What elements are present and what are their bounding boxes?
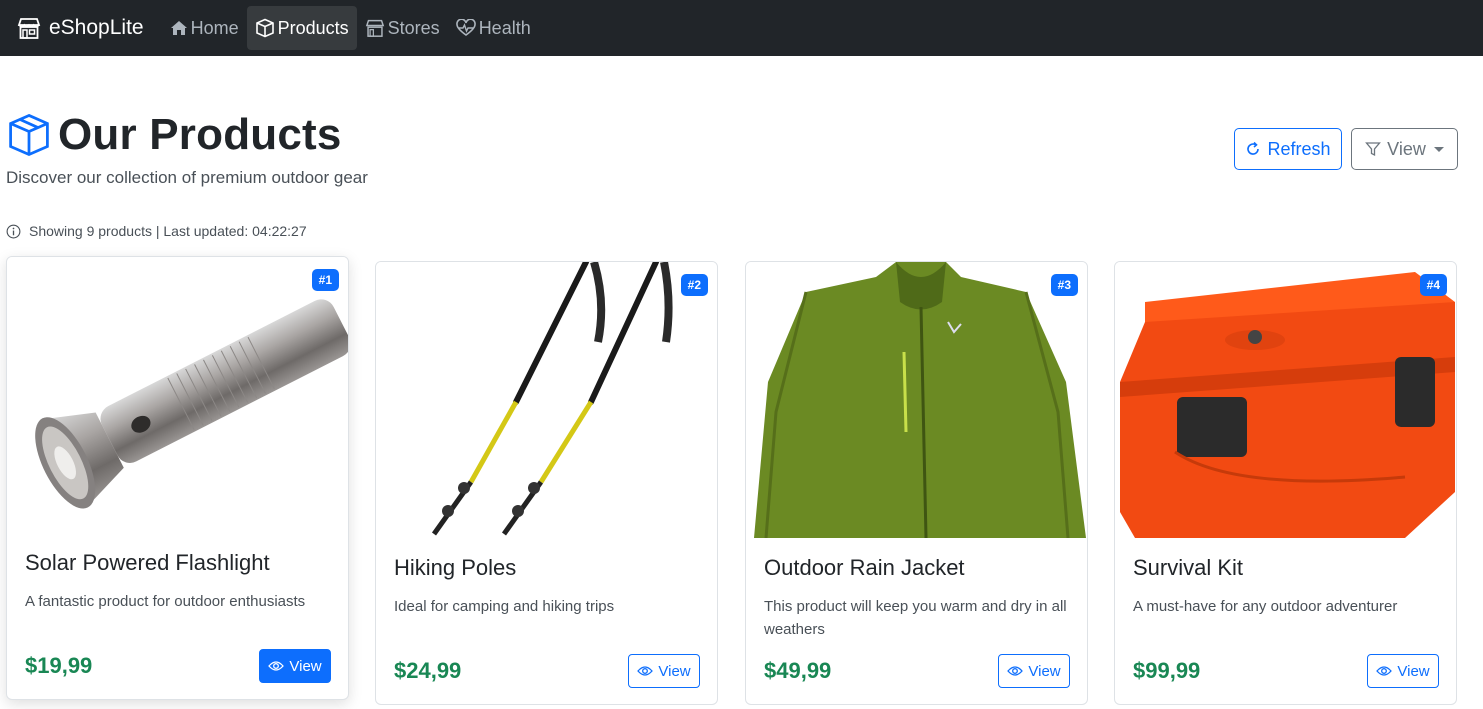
view-dropdown-button[interactable]: View [1351,128,1458,170]
nav-item-label: Health [478,17,531,38]
eye-icon [1376,666,1393,676]
shop-icon [17,18,41,39]
brand-label: eShopLite [49,16,144,39]
product-name: Solar Powered Flashlight [25,550,270,575]
eye-icon [268,661,285,671]
product-name: Hiking Poles [394,555,517,580]
product-description: This product will keep you warm and dry … [764,598,1067,638]
product-description: A must-have for any outdoor adventurer [1133,598,1398,615]
product-badge: #3 [1050,274,1078,296]
product-count-info: Showing 9 products | Last updated: 04:22… [6,223,307,239]
chevron-down-icon [1433,146,1444,152]
refresh-label: Refresh [1267,138,1331,159]
view-product-label: View [1397,662,1430,680]
eye-icon [637,666,654,676]
survival-kit-image [1120,272,1455,538]
product-card[interactable]: #4 Survival Kit A must-have for any outd… [1114,261,1457,705]
product-description: Ideal for camping and hiking trips [394,598,615,615]
view-product-button[interactable]: View [1367,654,1439,688]
view-product-button[interactable]: View [628,654,700,688]
view-product-button[interactable]: View [998,654,1070,688]
shop-icon [365,19,384,37]
hiking-poles-image [431,262,673,536]
product-badge: #4 [1419,274,1447,296]
view-product-label: View [1028,662,1061,680]
nav-item-label: Products [277,17,349,38]
product-card[interactable]: #3 Outdoor Rain Jacket This product will… [745,261,1088,705]
view-product-label: View [289,657,322,675]
nav-item-health[interactable]: Health [448,6,539,50]
page-subtitle: Discover our collection of premium outdo… [6,168,368,187]
nav-item-label: Home [190,17,239,38]
product-name: Survival Kit [1133,555,1244,580]
nav-item-label: Stores [387,17,440,38]
refresh-icon [1247,141,1260,155]
eye-icon [1007,666,1024,676]
box-icon [255,18,274,38]
navbar: eShopLite Home Products Stores Health [0,0,1483,56]
product-card[interactable]: #2 Hiking Poles Ideal for camping and hi… [375,261,718,705]
view-product-label: View [658,662,691,680]
info-text: Showing 9 products | Last updated: 04:22… [29,223,307,239]
brand[interactable]: eShopLite [17,16,144,40]
nav-item-home[interactable]: Home [162,6,247,50]
product-price: $99,99 [1133,658,1201,683]
product-card[interactable]: #1 Solar Powered Flashlight A fantastic … [6,256,349,700]
product-badge: #2 [680,274,708,296]
filter-icon [1365,142,1382,157]
product-price: $19,99 [25,653,93,678]
product-badge: #1 [311,269,339,291]
view-product-button[interactable]: View [259,649,331,683]
product-price: $24,99 [394,658,462,683]
product-image [746,262,1087,539]
product-price: $49,99 [764,658,832,683]
nav-item-products[interactable]: Products [246,6,357,50]
refresh-button[interactable]: Refresh [1234,128,1342,170]
nav-item-stores[interactable]: Stores [357,6,448,50]
product-image [376,262,717,538]
rain-jacket-image [754,262,1086,539]
box-icon [9,113,49,157]
page-title: Our Products [6,110,342,160]
house-icon [170,21,187,35]
view-dropdown-label: View [1387,138,1426,159]
product-name: Outdoor Rain Jacket [764,555,965,580]
product-description: A fantastic product for outdoor enthusia… [25,593,306,610]
heart-pulse-icon [455,19,476,36]
product-image [1115,262,1456,538]
page-title-text: Our Products [58,110,342,159]
product-image [7,257,348,533]
info-circle-icon [6,224,21,238]
flashlight-image [35,299,348,509]
nav-links: Home Products Stores Health [162,6,539,50]
